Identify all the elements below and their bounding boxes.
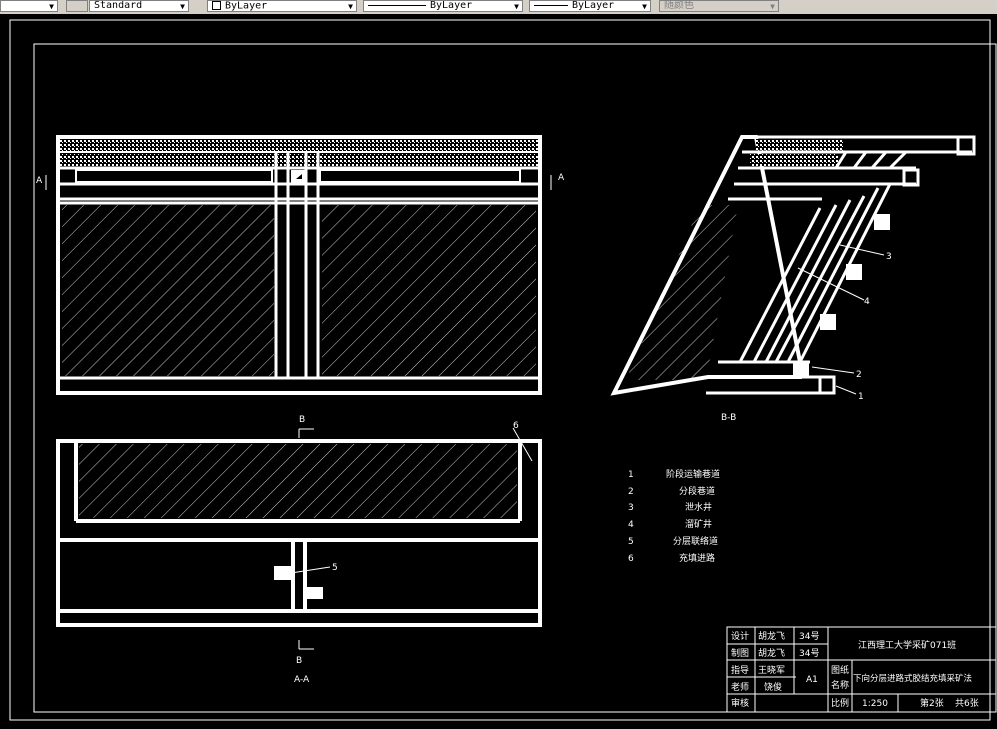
chevron-down-icon: ▼ [348, 2, 353, 11]
fill-zone-right [322, 205, 536, 376]
properties-toolbar: ▼ Standard ▼ ByLayer ▼ ByLayer ▼ ByLayer ▼ 随… [0, 0, 997, 15]
drawing-name: 下向分层进路式胶结充填采矿法 [853, 673, 972, 684]
title-block-text: 设计 胡龙飞 34号 制图 胡龙飞 34号 指导 王晓军 老师 饶俊 审核 江西… [731, 630, 979, 709]
plot-style-select[interactable]: 随颜色 ▼ [659, 0, 779, 12]
chevron-down-icon: ▼ [180, 2, 185, 11]
text-style-value: Standard [94, 0, 143, 11]
scale-value: 1:250 [862, 699, 888, 709]
callout-4: 4 [864, 297, 870, 307]
line-sample-icon [534, 4, 568, 6]
linetype-select[interactable]: ByLayer ▼ [363, 0, 523, 12]
section-fill-zone [626, 205, 738, 380]
callout-6: 6 [513, 421, 519, 431]
callout-3: 3 [886, 252, 892, 262]
view-label-bb: B-B [721, 413, 736, 423]
text-style-select[interactable]: Standard ▼ [89, 0, 189, 12]
color-swatch-icon [212, 1, 221, 10]
section-label-a-left: A [36, 176, 43, 186]
legend: 1 阶段运输巷道 2 分段巷道 3 泄水井 4 溜矿井 5 分层联络道 6 充填… [628, 468, 720, 564]
ore-band-top [60, 139, 538, 151]
legend-name: 分层联络道 [673, 535, 718, 547]
drawing-canvas[interactable]: A A 3 4 2 1 B-B 5 6 B B A-A 1 阶段运输巷道 2 分… [0, 14, 997, 725]
school-name: 江西理工大学采矿071班 [858, 639, 956, 651]
text-style-icon[interactable] [66, 0, 88, 12]
scale-label: 比例 [831, 697, 849, 709]
teacher-name: 饶俊 [764, 681, 782, 693]
section-view-bb [610, 135, 976, 396]
callout-5: 5 [332, 563, 338, 573]
plan-fill-zone [79, 444, 517, 518]
lineweight-select[interactable]: ByLayer ▼ [529, 0, 651, 12]
guide-name: 王晓军 [758, 664, 785, 676]
legend-num: 5 [628, 537, 634, 547]
design-no: 34号 [799, 631, 819, 642]
fill-zone-left [62, 205, 274, 376]
legend-name: 分段巷道 [679, 485, 715, 497]
chevron-down-icon: ▼ [514, 2, 519, 11]
legend-num: 6 [628, 554, 634, 564]
plan-view-aa [56, 427, 542, 627]
review-label: 审核 [731, 697, 749, 709]
draw-label: 制图 [731, 647, 749, 659]
legend-name: 阶段运输巷道 [666, 468, 720, 480]
linetype-value: ByLayer [430, 0, 473, 11]
chevron-down-icon: ▼ [770, 2, 775, 11]
draw-no: 34号 [799, 648, 819, 659]
draw-name: 胡龙飞 [758, 647, 785, 659]
chevron-down-icon: ▼ [49, 2, 54, 11]
section-label-a-right: A [558, 173, 565, 183]
layer-value: ByLayer [225, 0, 268, 12]
teacher-label: 老师 [731, 681, 749, 693]
sheet-total: 共6张 [955, 698, 979, 709]
legend-name: 溜矿井 [685, 518, 712, 530]
view-label-aa: A-A [294, 675, 310, 685]
sheet-number: 第2张 [920, 697, 944, 709]
layer-select[interactable]: ByLayer ▼ [207, 0, 357, 12]
legend-num: 1 [628, 470, 634, 480]
drawing-name-label-1: 图纸 [831, 664, 849, 676]
lineweight-value: ByLayer [572, 0, 615, 11]
design-name: 胡龙飞 [758, 630, 785, 642]
callout-1: 1 [858, 392, 864, 402]
toolbar-left-dropdown[interactable]: ▼ [0, 0, 58, 12]
ore-band-second [60, 154, 538, 166]
plot-style-value: 随颜色 [664, 0, 694, 11]
front-view [56, 135, 542, 395]
section-label-b-bottom: B [296, 656, 302, 666]
section-bb-callouts: 3 4 2 1 B-B [721, 244, 892, 423]
legend-num: 4 [628, 520, 634, 530]
chevron-down-icon: ▼ [642, 2, 647, 11]
section-label-b-top: B [299, 415, 305, 425]
paper-size: A1 [806, 675, 818, 685]
legend-num: 2 [628, 487, 634, 497]
guide-label: 指导 [731, 664, 749, 676]
callout-2: 2 [856, 370, 862, 380]
legend-num: 3 [628, 503, 634, 513]
design-label: 设计 [731, 630, 749, 642]
legend-name: 充填进路 [679, 552, 715, 564]
legend-name: 泄水井 [685, 501, 712, 513]
line-sample-icon [368, 4, 426, 6]
drawing-name-label-2: 名称 [831, 679, 849, 691]
cad-drawing[interactable]: A A 3 4 2 1 B-B 5 6 B B A-A 1 阶段运输巷道 2 分… [0, 14, 997, 725]
